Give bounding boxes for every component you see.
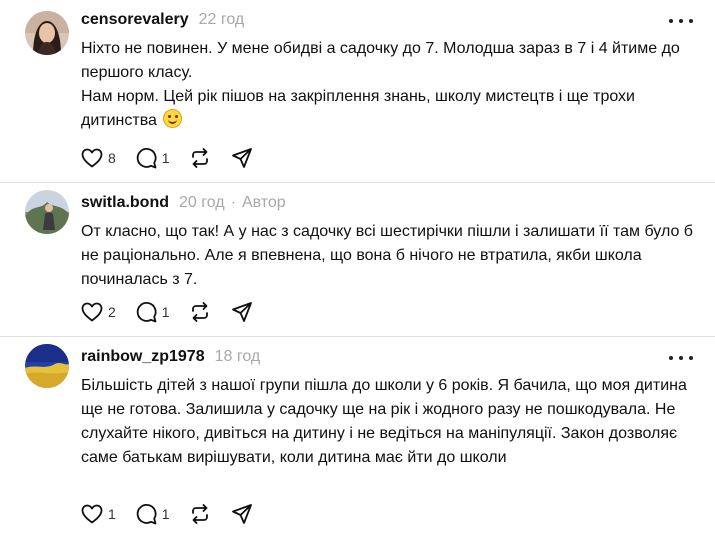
comment-header: censorevalery 22 год — [81, 11, 244, 31]
like-button[interactable]: 8 — [80, 146, 116, 170]
username[interactable]: rainbow_zp1978 — [81, 348, 205, 366]
comments-feed: censorevalery 22 год Ніхто не повинен. У… — [0, 0, 715, 538]
comment-header: rainbow_zp1978 18 год — [81, 348, 260, 368]
smiling-face-emoji-icon — [163, 109, 183, 128]
username[interactable]: censorevalery — [81, 11, 189, 29]
paper-plane-icon — [231, 504, 252, 524]
like-count: 8 — [108, 150, 116, 166]
repost-icon — [191, 148, 208, 168]
timestamp: 18 год — [214, 348, 261, 365]
action-bar: 1 1 — [80, 502, 272, 526]
like-button[interactable]: 1 — [80, 502, 116, 526]
comment-header: switla.bond 20 год · Автор — [81, 194, 286, 214]
separator-dot: · — [230, 194, 236, 211]
comment-paragraph: Нам норм. Цей рік пішов на закріплення з… — [81, 85, 696, 133]
timestamp: 22 год — [198, 11, 245, 28]
repost-button[interactable] — [188, 146, 212, 170]
share-button[interactable] — [230, 146, 254, 170]
speech-bubble-icon — [136, 504, 157, 525]
repost-button[interactable] — [188, 300, 212, 324]
more-dots-icon[interactable] — [669, 13, 693, 29]
more-dots-icon[interactable] — [669, 350, 693, 366]
author-badge: Автор — [241, 194, 286, 211]
comment-paragraph: Більшість дітей з нашої групи пішла до ш… — [81, 377, 687, 466]
paper-plane-icon — [231, 148, 252, 168]
speech-bubble-icon — [136, 302, 157, 323]
avatar[interactable] — [25, 190, 69, 234]
like-count: 2 — [108, 304, 116, 320]
like-count: 1 — [108, 506, 116, 522]
heart-icon — [81, 302, 103, 322]
comment-text: От класно, що так! А у нас з садочку всі… — [81, 220, 696, 292]
avatar[interactable] — [25, 11, 69, 55]
action-bar: 8 1 — [80, 146, 272, 170]
speech-bubble-icon — [136, 148, 157, 169]
comment-item: censorevalery 22 год Ніхто не повинен. У… — [0, 0, 715, 182]
comment-item: rainbow_zp1978 18 год Більшість дітей з … — [0, 337, 715, 538]
comment-text: Ніхто не повинен. У мене обидві а садочк… — [81, 37, 696, 133]
like-button[interactable]: 2 — [80, 300, 116, 324]
reply-count: 1 — [161, 304, 170, 320]
comment-paragraph: От класно, що так! А у нас з садочку всі… — [81, 223, 693, 288]
repost-button[interactable] — [188, 502, 212, 526]
avatar[interactable] — [25, 344, 69, 388]
reply-button[interactable]: 1 — [134, 146, 170, 170]
username[interactable]: switla.bond — [81, 194, 169, 212]
share-button[interactable] — [230, 300, 254, 324]
reply-button[interactable]: 1 — [134, 502, 170, 526]
heart-icon — [81, 504, 103, 524]
paper-plane-icon — [231, 302, 252, 322]
share-button[interactable] — [230, 502, 254, 526]
timestamp: 20 год — [179, 194, 225, 211]
reply-count: 1 — [161, 506, 170, 522]
comment-paragraph: Ніхто не повинен. У мене обидві а садочк… — [81, 40, 680, 81]
repost-icon — [191, 504, 208, 524]
reply-count: 1 — [161, 150, 170, 166]
action-bar: 2 1 — [80, 300, 272, 324]
comment-item: switla.bond 20 год · Автор От класно, що… — [0, 183, 715, 336]
heart-icon — [81, 148, 103, 168]
repost-icon — [191, 302, 208, 322]
reply-button[interactable]: 1 — [134, 300, 170, 324]
comment-text: Більшість дітей з нашої групи пішла до ш… — [81, 374, 696, 470]
